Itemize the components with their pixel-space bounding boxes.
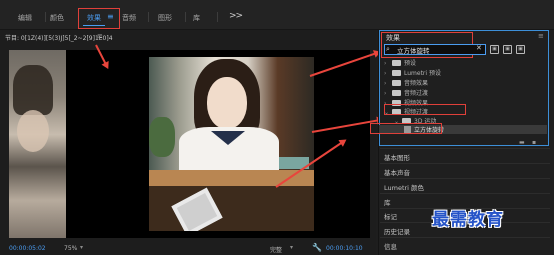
outgoing-clip-hair [13,65,53,115]
chevron-right-icon: › [384,80,387,87]
tree-item-label: 预设 [404,60,417,67]
outgoing-clip-frame [9,50,66,238]
tab-audio[interactable]: 音频 [122,13,136,23]
playhead-timecode[interactable]: 00:00:05:02 [9,245,46,252]
tab-color[interactable]: 颜色 [50,13,64,23]
chevron-right-icon: › [384,60,387,67]
tab-editing[interactable]: 编辑 [18,13,32,23]
panel-lumetri-color[interactable]: Lumetri 颜色 [384,182,424,192]
tab-divider [45,12,46,22]
panel-markers[interactable]: 标记 [384,211,397,221]
clear-search-icon[interactable]: ✕ [476,44,482,52]
duration-timecode: 00:00:10:10 [326,245,363,252]
folder-icon [392,90,401,96]
zoom-select[interactable]: 75% [64,245,77,252]
yuv-effects-icon[interactable]: ▣ [516,45,525,54]
monitor-menu-icon[interactable]: ≡ [97,32,103,40]
incoming-clip-frame [149,57,314,231]
annotation-box-video-transitions [384,104,466,115]
tab-divider [217,12,218,22]
video-viewer[interactable] [9,50,370,238]
folder-icon [392,80,401,86]
tab-divider [148,12,149,22]
tree-item-audio-effects[interactable]: › 音频效果 [384,78,428,87]
tree-item-presets[interactable]: › 预设 [384,58,416,67]
section-divider [380,237,550,238]
tree-item-label: 音频效果 [404,80,429,87]
delete-icon[interactable]: ▪ [532,139,536,146]
panel-essential-graphics[interactable]: 基本图形 [384,152,410,162]
panel-info[interactable]: 信息 [384,241,397,251]
monitor-controls: 00:00:05:02 75% ▾ 完整 ▾ 🔧 00:00:10:10 [0,242,376,255]
program-monitor: 节目: 0[1Z(4)][5(3)J]5[_2~2[9]1E0]4 ≡ 00:0… [0,30,376,255]
chevron-down-icon[interactable]: ▾ [290,244,293,251]
section-divider [380,178,550,179]
folder-icon [392,70,401,76]
section-divider [380,163,550,164]
chevron-right-icon: › [384,70,387,77]
clip-face [207,77,247,129]
tab-libraries[interactable]: 库 [193,13,200,23]
outgoing-clip-face [17,110,49,152]
search-icon: ⌕ [386,45,390,53]
more-workspaces-icon[interactable]: >> [229,11,243,21]
annotation-box-cube-spin [370,123,442,134]
accelerated-effects-icon[interactable]: ▣ [490,45,499,54]
new-bin-icon[interactable]: ▬ [519,139,525,146]
panel-libraries[interactable]: 库 [384,197,391,207]
section-divider [380,148,550,149]
folder-icon [392,60,401,66]
tab-divider [185,12,186,22]
quality-select[interactable]: 完整 [270,245,282,254]
panel-menu-icon[interactable]: ≡ [538,32,544,40]
section-divider [380,193,550,194]
annotation-box-effects-tab [78,8,120,29]
tree-item-label: Lumetri 预设 [404,70,441,77]
32bit-effects-icon[interactable]: ▣ [503,45,512,54]
search-value[interactable]: 立方体旋转 [397,45,430,55]
chevron-down-icon[interactable]: ▾ [80,244,83,251]
wrench-icon[interactable]: 🔧 [312,243,322,252]
watermark-logo: 最需教育 [432,210,504,230]
panel-history[interactable]: 历史记录 [384,226,410,236]
tab-graphics[interactable]: 图形 [158,13,172,23]
chevron-right-icon: › [384,90,387,97]
tree-item-lumetri-presets[interactable]: › Lumetri 预设 [384,68,441,77]
clip-plant [149,117,175,157]
panel-essential-sound[interactable]: 基本声音 [384,167,410,177]
tree-item-audio-transitions[interactable]: › 音频过渡 [384,88,428,97]
tree-item-label: 音频过渡 [404,90,429,97]
